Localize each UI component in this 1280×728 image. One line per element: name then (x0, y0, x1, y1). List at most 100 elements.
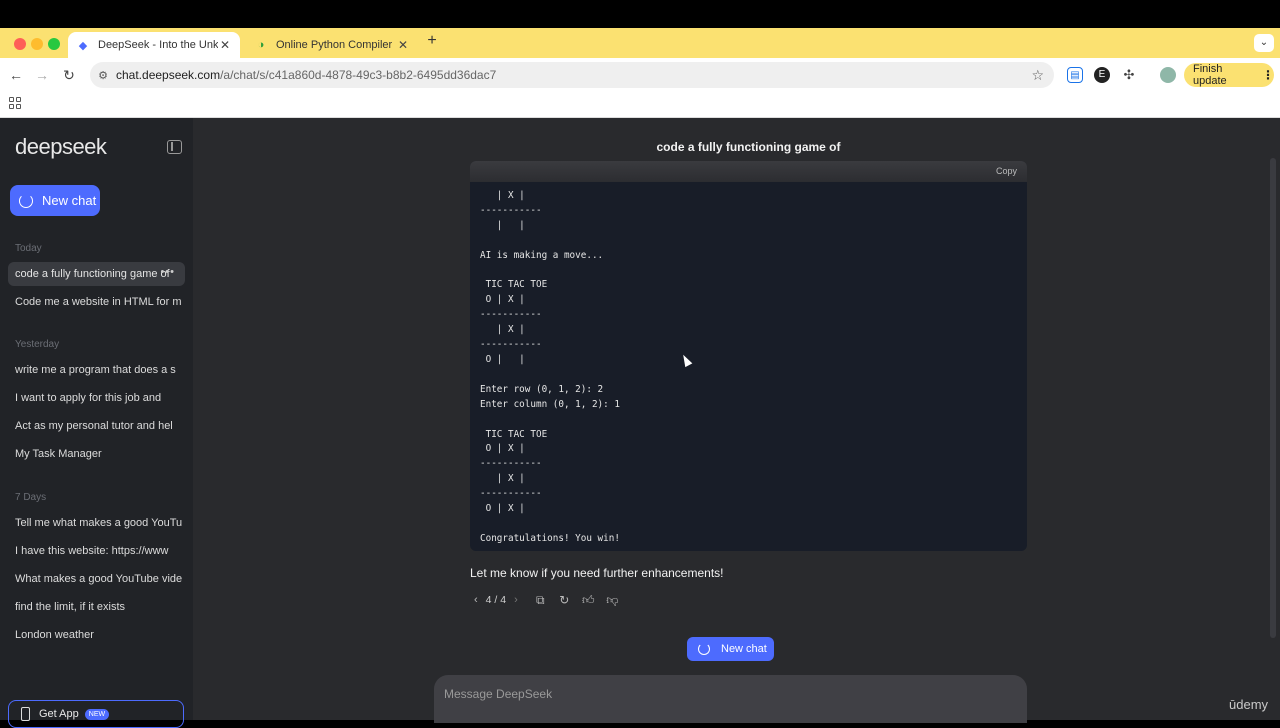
code-line: TIC TAC TOE (480, 428, 548, 440)
sidebar-collapse-icon[interactable] (167, 140, 182, 154)
code-block: Copy | X | ----------- | | AI is making a… (470, 161, 1027, 551)
minimize-window-button[interactable] (31, 38, 43, 50)
code-block-header: Copy (470, 161, 1027, 182)
profile-extension-icon[interactable]: E (1094, 67, 1110, 83)
maximize-window-button[interactable] (48, 38, 60, 50)
code-line: O | X | (480, 503, 525, 515)
scrollbar[interactable] (1270, 158, 1276, 638)
prev-response-chevron-icon[interactable]: ‹ (474, 594, 478, 606)
code-line: AI is making a move... (480, 249, 604, 261)
list-item[interactable]: Code me a website in HTML for m (8, 290, 185, 314)
chat-title: code a fully functioning game of (656, 140, 841, 154)
page-content: deepseek New chat Today code a fully fun… (0, 118, 1280, 728)
list-item[interactable]: I have this website: https://www (8, 539, 185, 563)
list-item[interactable]: Act as my personal tutor and hel (8, 414, 185, 438)
code-line: | X | (480, 190, 525, 201)
code-output: | X | ----------- | | AI is making a move… (480, 189, 620, 547)
close-window-button[interactable] (14, 38, 26, 50)
list-item-label: My Task Manager (15, 448, 102, 460)
new-chat-icon (698, 643, 710, 655)
bookmark-star-icon[interactable]: ☆ (1031, 67, 1044, 84)
url-host: chat.deepseek.com (116, 68, 221, 82)
list-item-label: Act as my personal tutor and hel (15, 420, 173, 432)
new-chat-icon (19, 193, 33, 208)
close-icon[interactable]: ✕ (396, 38, 410, 52)
list-item[interactable]: code a fully functioning game of ••• (8, 262, 185, 286)
list-item[interactable]: Tell me what makes a good YouTu (8, 511, 185, 535)
forward-arrow-icon[interactable]: → (33, 66, 51, 84)
new-badge: NEW (84, 708, 110, 720)
apps-grid-icon[interactable] (9, 97, 21, 109)
browser-tab-bar: ◆ DeepSeek - Into the Unknown ✕ ◑ Online… (0, 28, 1280, 58)
response-pagination: 4 / 4 (485, 594, 507, 606)
more-vert-icon: ⋮ (1262, 68, 1274, 82)
section-today: Today (15, 243, 42, 254)
finish-update-button[interactable]: Finish update ⋮ (1184, 63, 1274, 87)
more-icon[interactable]: ••• (160, 266, 175, 278)
list-item[interactable]: I want to apply for this job and (8, 386, 185, 410)
tab-python-compiler[interactable]: ◑ Online Python Compiler ✕ (246, 32, 418, 58)
list-item-label: What makes a good YouTube vide (15, 573, 183, 585)
code-line: O | | (480, 353, 525, 365)
code-line: ----------- (480, 204, 542, 216)
code-line: Enter row (0, 1, 2): 2 (480, 383, 604, 395)
phone-icon (21, 707, 30, 721)
copy-icon[interactable]: ⧉ (534, 593, 547, 607)
url-path: /a/chat/s/c41a860d-4878-49c3-b8b2-6495dd… (220, 68, 497, 82)
screen: ◆ DeepSeek - Into the Unknown ✕ ◑ Online… (0, 0, 1280, 728)
list-item[interactable]: London weather (8, 623, 185, 647)
message-composer (434, 675, 1027, 723)
code-line: | X | (480, 473, 525, 485)
new-chat-button[interactable]: New chat (10, 185, 100, 216)
avatar[interactable] (1160, 67, 1176, 83)
logo: deepseek (15, 134, 107, 159)
section-7-days: 7 Days (15, 492, 47, 503)
code-line: ----------- (480, 488, 542, 500)
profile-initial: E (1098, 69, 1106, 80)
tab-deepseek[interactable]: ◆ DeepSeek - Into the Unknown ✕ (68, 32, 240, 58)
tab-title: Online Python Compiler (276, 39, 393, 51)
code-line: ----------- (480, 458, 542, 470)
code-line: Enter column (0, 1, 2): 1 (480, 398, 620, 410)
back-arrow-icon[interactable]: ← (7, 66, 25, 84)
list-item[interactable]: My Task Manager (8, 442, 185, 466)
puzzle-icon[interactable]: ✣ (1121, 67, 1137, 83)
new-chat-main-button[interactable]: New chat (687, 637, 774, 661)
list-item[interactable]: write me a program that does a s (8, 358, 185, 382)
close-icon[interactable]: ✕ (218, 38, 232, 52)
section-yesterday: Yesterday (15, 339, 60, 350)
new-chat-label: New chat (42, 193, 97, 208)
list-item-label: code a fully functioning game of (15, 268, 170, 280)
extension-icon[interactable]: ▤ (1067, 67, 1083, 83)
udemy-watermark: ūdemy (1229, 697, 1269, 712)
copy-button[interactable]: Copy (996, 166, 1017, 176)
sidebar: deepseek New chat Today code a fully fun… (0, 118, 193, 728)
thumbs-up-icon[interactable]: 👍︎ (582, 593, 595, 607)
address-bar[interactable]: ⚙ chat.deepseek.com/a/chat/s/c41a860d-48… (90, 62, 1054, 88)
reload-icon[interactable]: ↻ (60, 66, 78, 84)
thumbs-down-icon[interactable]: 👎︎ (606, 593, 619, 607)
get-app-label: Get App (39, 708, 79, 720)
code-line: O | X | (480, 294, 525, 306)
tab-search-chevron-icon[interactable]: ⌄ (1254, 34, 1274, 52)
code-line: TIC TAC TOE (480, 279, 548, 291)
list-item[interactable]: find the limit, if it exists (8, 595, 185, 619)
code-line: ----------- (480, 309, 542, 321)
next-response-chevron-icon[interactable]: › (514, 594, 518, 606)
new-tab-button[interactable]: + (424, 33, 440, 49)
list-item[interactable]: What makes a good YouTube vide (8, 567, 185, 591)
new-chat-main-label: New chat (721, 643, 767, 655)
site-settings-icon[interactable]: ⚙ (90, 69, 116, 82)
list-item-label: I have this website: https://www (15, 545, 169, 557)
get-app-button[interactable]: Get App NEW (8, 700, 184, 728)
list-item-label: find the limit, if it exists (15, 601, 126, 613)
regenerate-icon[interactable]: ↻ (558, 593, 571, 607)
message-input[interactable] (444, 685, 1004, 703)
list-item-label: write me a program that does a s (15, 364, 176, 376)
list-item-label: London weather (15, 629, 94, 641)
